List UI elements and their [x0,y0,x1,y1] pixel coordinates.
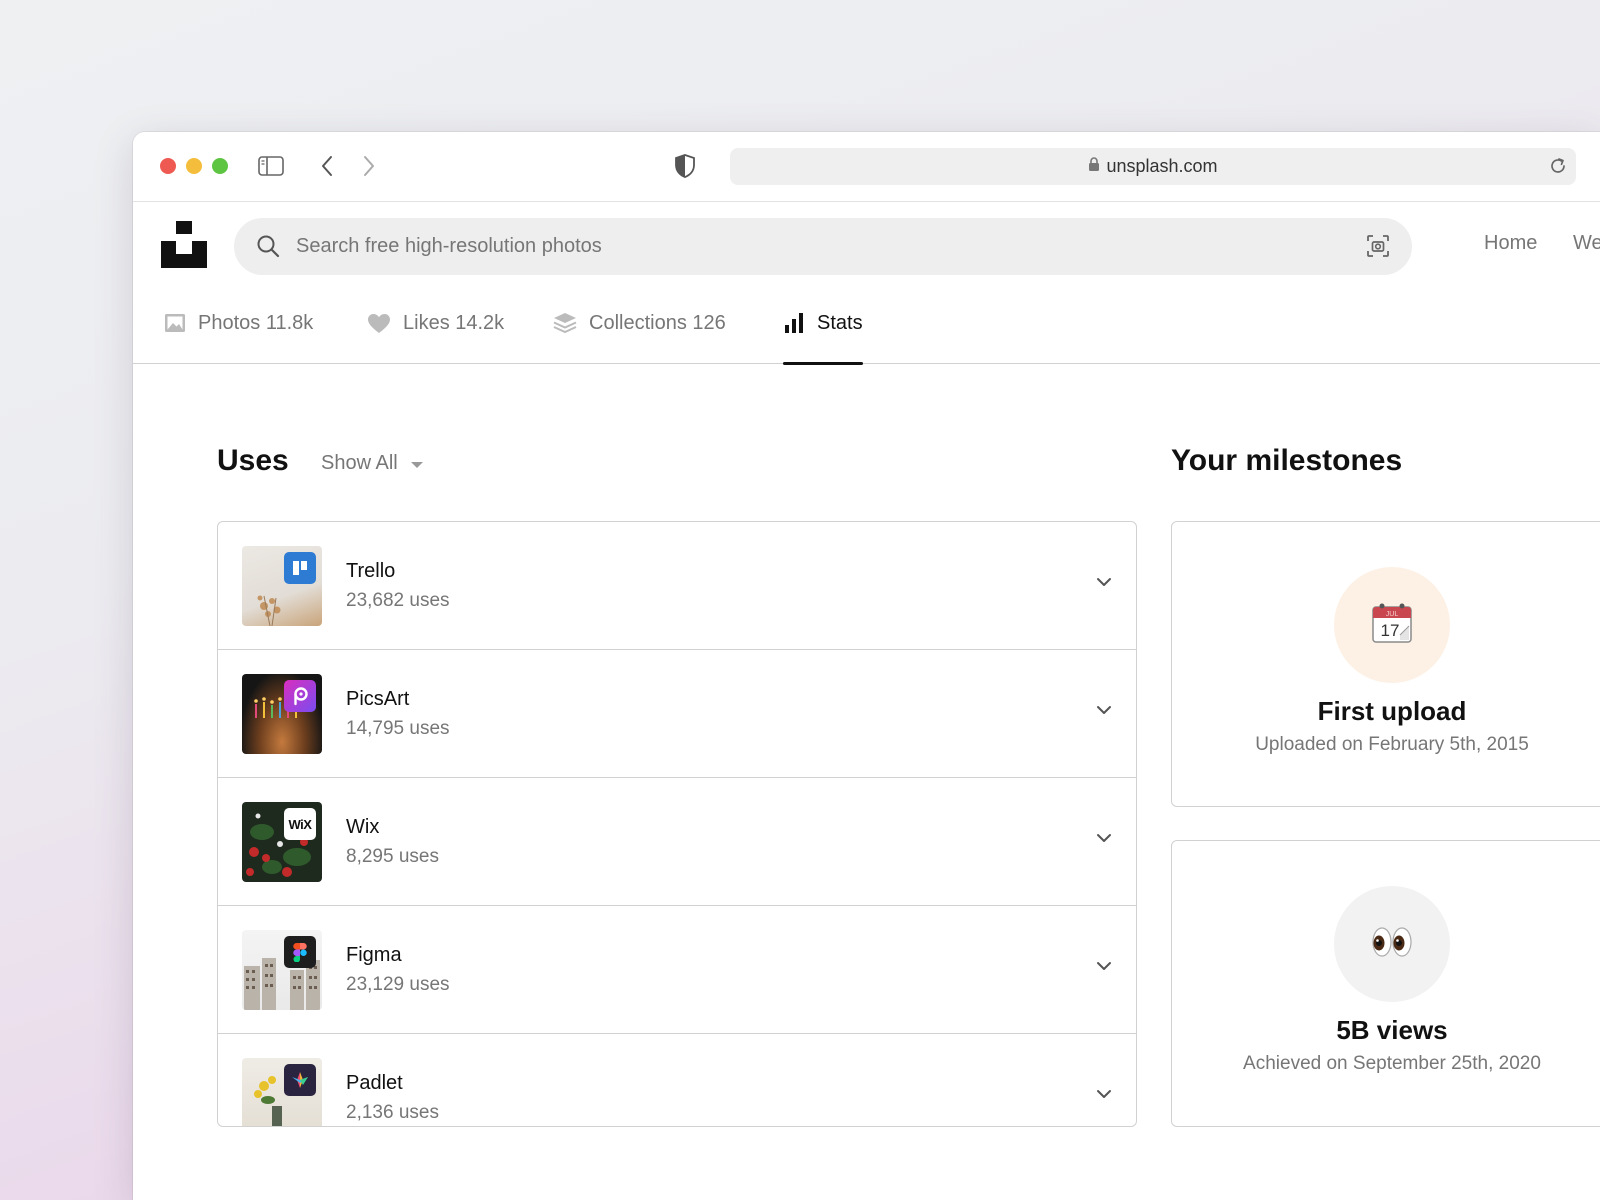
tab-collections[interactable]: Collections 126 [553,282,726,364]
caret-down-icon [410,452,424,475]
list-item[interactable]: Padlet 2,136 uses [218,1034,1136,1126]
back-arrow-icon[interactable] [313,152,341,180]
picsart-icon [284,680,316,712]
use-thumbnail [242,930,322,1010]
tab-likes[interactable]: Likes 14.2k [367,282,504,364]
sidebar-toggle-icon[interactable] [257,152,285,180]
minimize-window-button[interactable] [186,158,202,174]
use-thumbnail [242,674,322,754]
uses-heading: Uses [217,444,289,477]
zoom-window-button[interactable] [212,158,228,174]
milestone-detail: Achieved on September 25th, 2020 [1243,1053,1541,1074]
browser-window: unsplash.com Home We Photos 11.8k [133,132,1600,1200]
use-name: Padlet [346,1072,403,1094]
list-item[interactable]: WiX Wix 8,295 uses [218,778,1136,906]
tab-label: Collections 126 [589,311,726,334]
privacy-shield-icon[interactable] [671,152,699,180]
address-bar[interactable]: unsplash.com [730,148,1576,185]
milestone-icon-circle: JUL 17 [1334,567,1450,683]
chevron-down-icon[interactable] [1096,1086,1112,1104]
chevron-down-icon[interactable] [1096,574,1112,592]
use-count: 23,129 uses [346,974,450,995]
milestone-icon-circle [1334,886,1450,1002]
eyes-icon [1370,926,1414,963]
reload-icon[interactable] [1548,156,1568,181]
milestone-name: 5B views [1336,1015,1448,1045]
search-icon[interactable] [256,234,280,263]
chevron-down-icon[interactable] [1096,702,1112,720]
image-icon [164,313,186,333]
chevron-down-icon[interactable] [1096,958,1112,976]
calendar-day: 17 [1381,621,1400,640]
show-all-label: Show All [321,452,398,474]
close-window-button[interactable] [160,158,176,174]
search-bar [234,218,1412,275]
milestones-heading: Your milestones [1171,444,1403,477]
padlet-icon [284,1064,316,1096]
use-thumbnail [242,546,322,626]
lock-icon [1088,156,1100,177]
nav-partial-link[interactable]: We [1573,232,1600,255]
use-count: 8,295 uses [346,846,439,867]
trello-icon [284,552,316,584]
list-item[interactable]: Trello 23,682 uses [218,522,1136,650]
layers-icon [553,312,577,334]
tab-label: Photos 11.8k [198,311,314,334]
use-name: Figma [346,944,402,966]
list-item[interactable]: PicsArt 14,795 uses [218,650,1136,778]
show-all-dropdown[interactable]: Show All [321,452,424,475]
wix-icon: WiX [284,808,316,840]
browser-toolbar: unsplash.com [133,132,1600,202]
visual-search-icon[interactable] [1366,234,1390,263]
list-item[interactable]: Figma 23,129 uses [218,906,1136,1034]
use-count: 2,136 uses [346,1102,439,1123]
milestone-card: 5B views Achieved on September 25th, 202… [1171,840,1600,1127]
search-input[interactable] [296,218,1296,275]
heart-icon [367,313,391,334]
calendar-month: JUL [1386,611,1399,618]
nav-home-link[interactable]: Home [1484,232,1537,255]
wix-badge-text: WiX [288,816,312,832]
use-thumbnail [242,1058,322,1126]
uses-list: Trello 23,682 uses PicsArt 14,795 uses W… [217,521,1137,1127]
use-thumbnail: WiX [242,802,322,882]
unsplash-logo[interactable] [161,221,207,268]
milestone-card: JUL 17 First upload Uploaded on February… [1171,521,1600,807]
use-name: PicsArt [346,688,410,710]
milestone-detail: Uploaded on February 5th, 2015 [1255,734,1529,755]
milestone-name: First upload [1317,696,1467,726]
tab-label: Stats [817,311,863,334]
figma-icon [284,936,316,968]
forward-arrow-icon[interactable] [355,152,383,180]
use-name: Trello [346,560,396,582]
bar-chart-icon [783,312,805,334]
use-name: Wix [346,816,380,838]
tab-stats[interactable]: Stats [783,282,863,365]
tab-label: Likes 14.2k [403,311,505,334]
use-count: 23,682 uses [346,590,450,611]
calendar-icon: JUL 17 [1371,602,1413,649]
url-text: unsplash.com [1106,156,1218,176]
profile-tabs: Photos 11.8k Likes 14.2k Collections 126… [133,282,1600,365]
tab-photos[interactable]: Photos 11.8k [164,282,313,364]
chevron-down-icon[interactable] [1096,830,1112,848]
use-count: 14,795 uses [346,718,450,739]
